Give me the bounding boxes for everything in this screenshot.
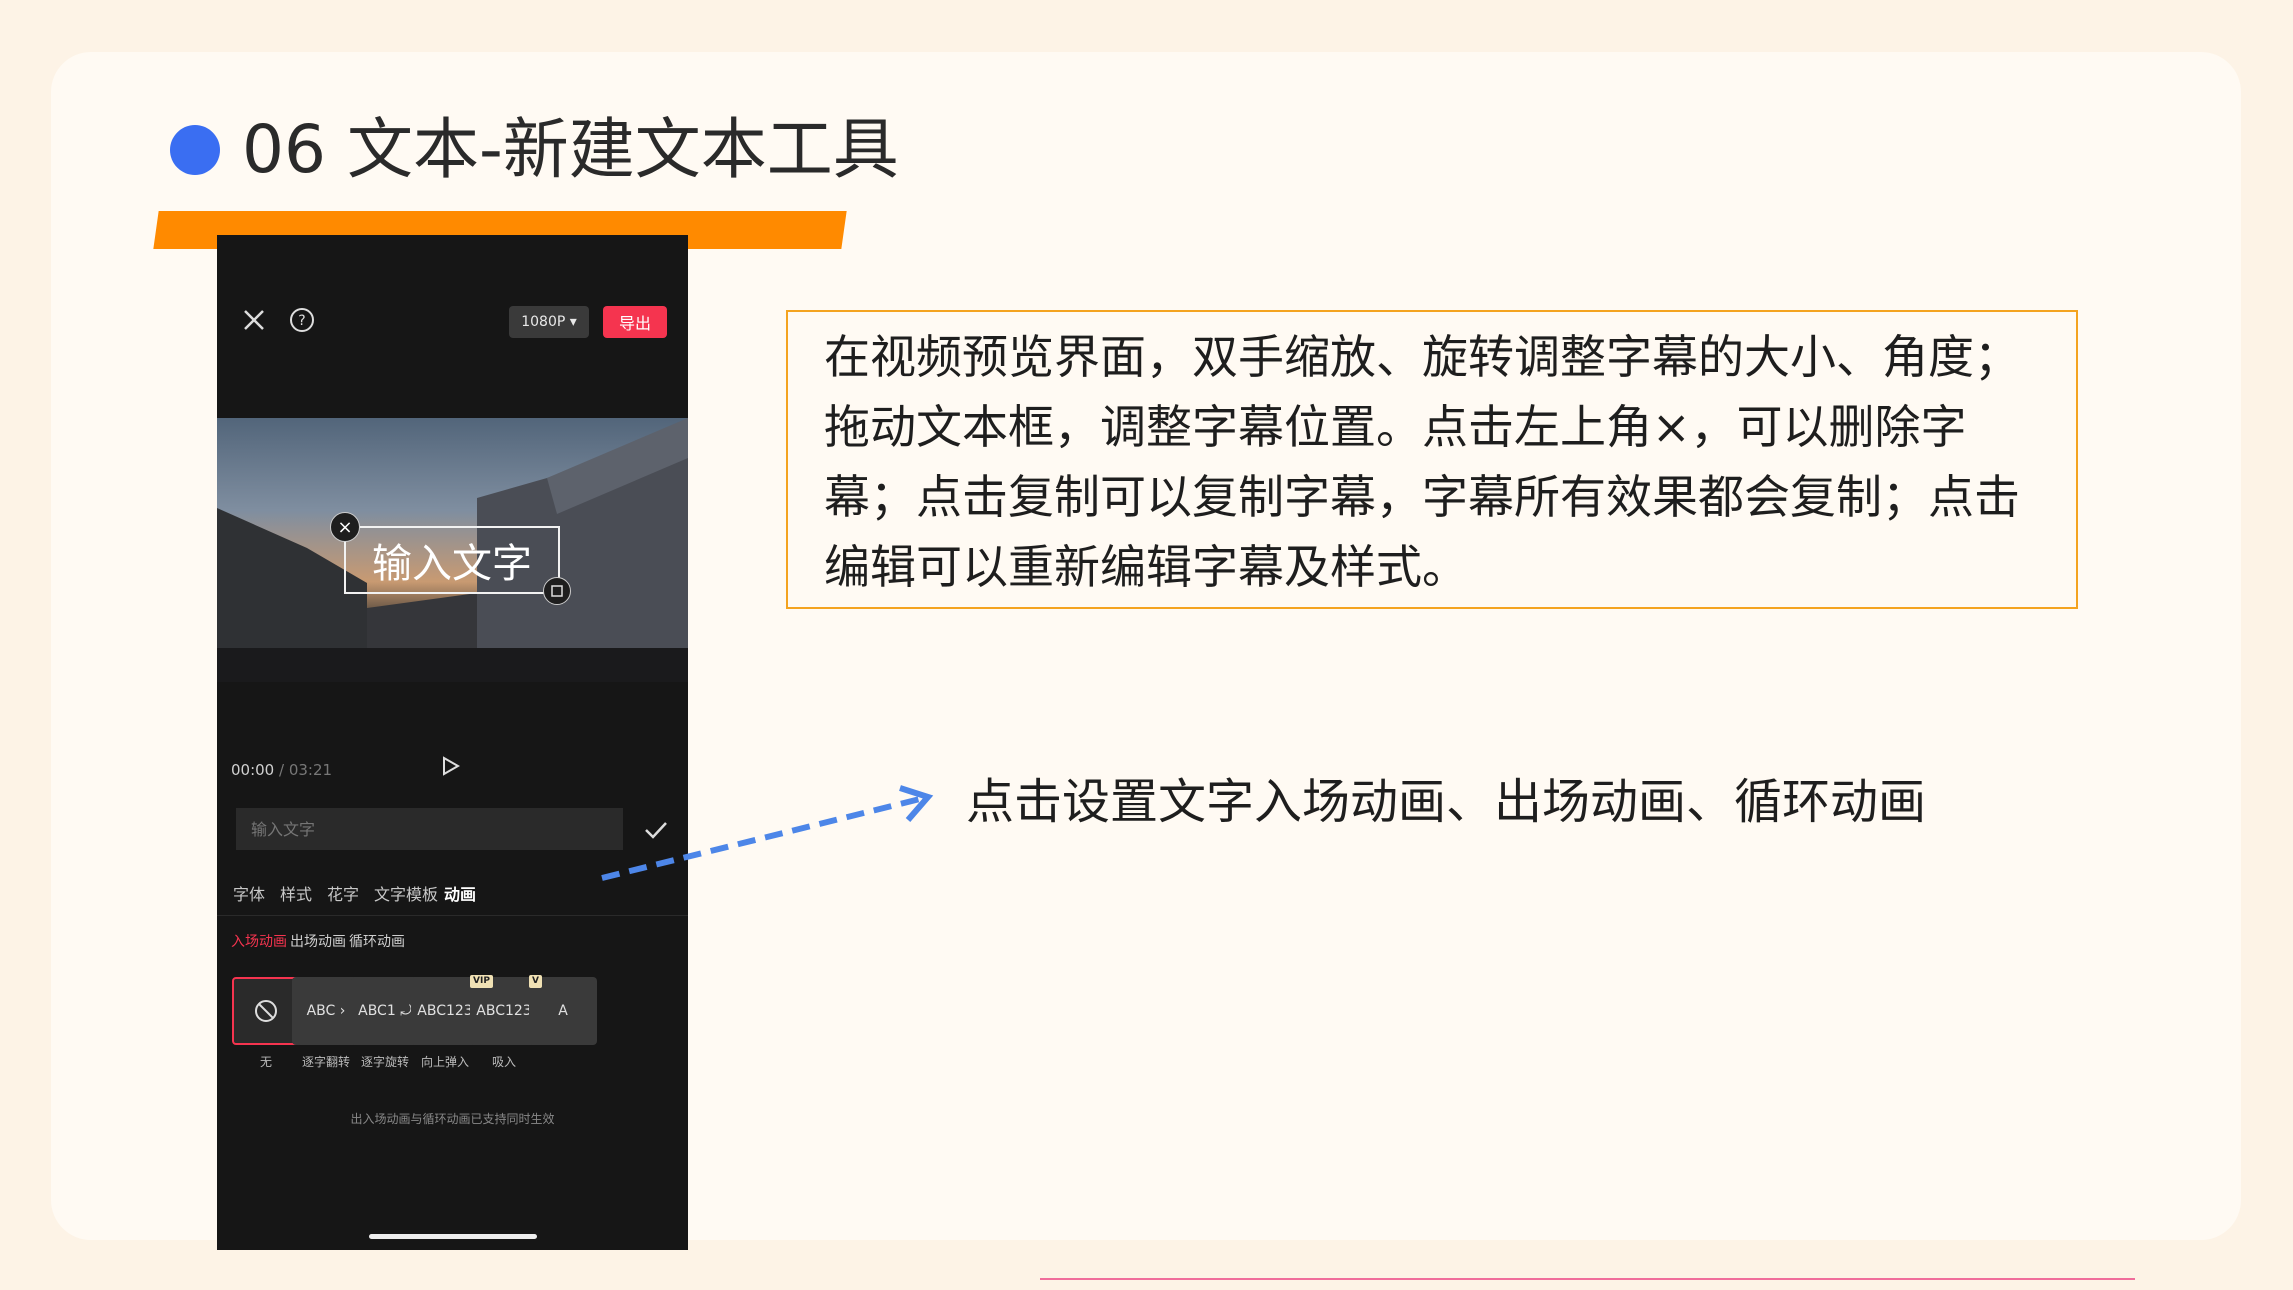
animation-tile-none[interactable] [232, 977, 300, 1045]
subtab-in-animation[interactable]: 入场动画 [231, 931, 287, 951]
time-display: 00:00 / 03:21 [231, 761, 332, 779]
svg-text:?: ? [298, 313, 305, 329]
slide-title: 06 文本-新建文本工具 [242, 111, 899, 188]
animation-tile[interactable]: ABC123 [411, 977, 479, 1045]
none-icon [255, 1000, 277, 1022]
tab-fancy-text[interactable]: 花字 [327, 881, 359, 905]
time-total: 03:21 [288, 761, 333, 779]
animation-label: 逐字旋转 [360, 1055, 409, 1069]
animation-label: 无 [259, 1055, 272, 1069]
animation-hint-text: 出入场动画与循环动画已支持同时生效 [350, 1112, 555, 1126]
close-icon[interactable] [239, 305, 269, 335]
resolution-button[interactable]: 1080P ▾ [509, 306, 589, 338]
tab-divider [217, 915, 688, 916]
subtab-out-animation[interactable]: 出场动画 [290, 931, 346, 951]
tab-font[interactable]: 字体 [233, 881, 265, 905]
subtab-loop-animation[interactable]: 循环动画 [349, 931, 405, 951]
export-button[interactable]: 导出 [603, 306, 667, 338]
tab-style[interactable]: 样式 [280, 881, 312, 905]
tab-text-template[interactable]: 文字模板 [374, 881, 438, 905]
bottom-divider-line [1040, 1278, 2135, 1280]
animation-subtabs: 入场动画 出场动画 循环动画 [217, 931, 688, 961]
textbox-rotate-icon[interactable] [543, 577, 571, 605]
phone-screenshot: ? 1080P ▾ 导出 输入文字 × 00:00 / 03:21 字体 样式 … [217, 235, 688, 1250]
help-icon[interactable]: ? [287, 305, 317, 335]
animation-label: 逐字翻转 [301, 1055, 350, 1069]
animation-note: 点击设置文字入场动画、出场动画、循环动画 [966, 774, 1927, 830]
editor-topbar: ? 1080P ▾ 导出 [217, 235, 688, 415]
subtitle-textbox[interactable]: 输入文字 [344, 526, 560, 594]
animation-label: 向上弹入 [420, 1055, 469, 1069]
animation-label: 吸入 [491, 1055, 516, 1069]
text-input[interactable] [236, 808, 623, 850]
animation-tile[interactable]: ABC › [292, 977, 360, 1045]
video-preview[interactable]: 输入文字 × [217, 418, 688, 682]
time-separator: / [274, 761, 289, 779]
home-indicator [369, 1234, 537, 1239]
animation-tile[interactable]: ABC1 ⤾ [351, 977, 419, 1045]
title-bullet-dot [170, 125, 220, 175]
vip-badge: VIP [470, 975, 493, 988]
vip-badge: V [529, 975, 542, 988]
tab-animation[interactable]: 动画 [444, 881, 476, 905]
time-current: 00:00 [231, 761, 275, 779]
textbox-delete-icon[interactable]: × [330, 512, 360, 542]
play-icon[interactable] [439, 755, 461, 777]
dashed-arrow-icon [601, 785, 934, 881]
description-box: 在视频预览界面，双手缩放、旋转调整字幕的大小、角度；拖动文本框，调整字幕位置。点… [786, 310, 2078, 609]
